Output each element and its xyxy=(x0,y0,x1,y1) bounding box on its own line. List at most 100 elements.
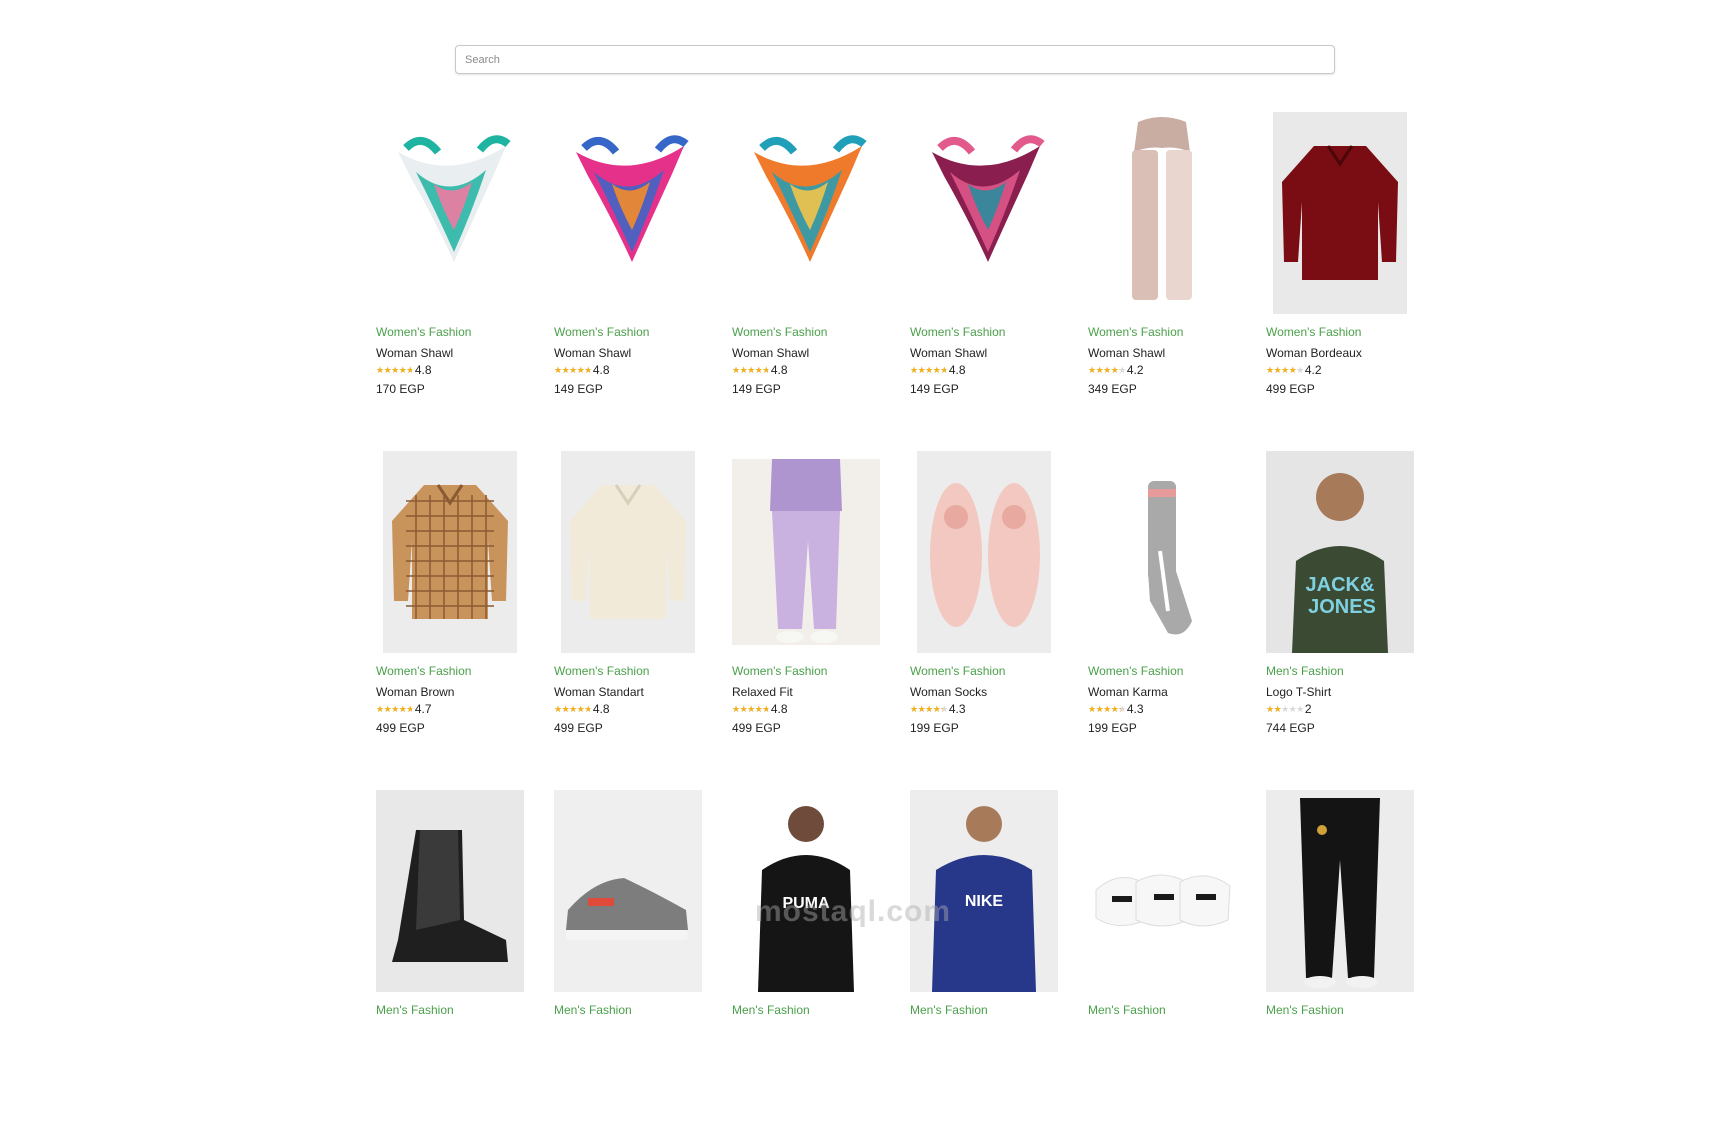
scarf-white-teal-icon[interactable] xyxy=(376,112,524,314)
product-title[interactable] xyxy=(732,1023,880,1039)
product-rating: ★★★★★★★★★★4.2 xyxy=(1266,363,1414,377)
product-category: Women's Fashion xyxy=(1266,325,1362,339)
product-rating xyxy=(376,1041,524,1055)
product-title[interactable]: Woman Standart xyxy=(554,684,702,700)
boot-black-icon[interactable] xyxy=(376,790,524,992)
product-title[interactable]: Woman Brown xyxy=(376,684,524,700)
scarf-beige-icon[interactable] xyxy=(1088,112,1236,314)
star-rating-icon: ★★★★★★★★★★ xyxy=(554,365,592,375)
hoodie-black-icon[interactable]: PUMA xyxy=(732,790,880,992)
product-category: Men's Fashion xyxy=(376,1003,454,1017)
product-title[interactable]: Woman Shawl xyxy=(554,345,702,361)
scarf-pink-blue-icon[interactable] xyxy=(554,112,702,314)
product-title[interactable]: Logo T-Shirt xyxy=(1266,684,1414,700)
product-card[interactable]: JACK& JONES Men's Fashion Logo T-Shirt ★★★★… xyxy=(1266,451,1414,790)
product-price: 149 EGP xyxy=(732,382,781,396)
product-price xyxy=(554,1059,702,1075)
product-category: Men's Fashion xyxy=(1088,1003,1166,1017)
product-rating: ★★★★★ ★★★★★ 4.8 xyxy=(554,702,702,716)
product-title[interactable] xyxy=(376,1023,524,1039)
product-card[interactable]: PUMA Men's Fashion xyxy=(732,790,880,1129)
socks-white-icon[interactable] xyxy=(1088,790,1236,992)
product-card[interactable]: Women's Fashion Woman Shawl ★★★★★★★★★★4.2 3… xyxy=(1088,112,1236,451)
search-input[interactable] xyxy=(455,45,1335,74)
hoodie-cream-icon[interactable] xyxy=(554,451,702,653)
product-title[interactable]: Woman Shawl xyxy=(1088,345,1236,361)
rating-value: 4.2 xyxy=(1304,363,1322,377)
rating-value: 4.8 xyxy=(770,702,788,716)
product-card[interactable]: Men's Fashion xyxy=(376,790,524,1129)
product-title[interactable]: Woman Socks xyxy=(910,684,1058,700)
shirt-bordeaux-icon[interactable] xyxy=(1266,112,1414,314)
star-rating-icon: ★★★★★★★★★★ xyxy=(554,704,592,714)
product-price xyxy=(732,1059,880,1075)
product-category: Women's Fashion xyxy=(1088,664,1184,678)
joggers-lilac-icon[interactable] xyxy=(732,451,880,653)
product-card[interactable]: NIKE Men's Fashion xyxy=(910,790,1058,1129)
product-card[interactable]: Men's Fashion xyxy=(1088,790,1236,1129)
rating-value: 4.8 xyxy=(948,363,966,377)
product-card[interactable]: Men's Fashion xyxy=(554,790,702,1129)
sock-grey-icon[interactable] xyxy=(1088,451,1236,653)
product-category: Women's Fashion xyxy=(554,325,650,339)
star-rating-icon: ★★★★★★★★★★ xyxy=(1088,365,1126,375)
product-category: Women's Fashion xyxy=(376,325,472,339)
product-card[interactable]: Men's Fashion xyxy=(1266,790,1414,1129)
rating-value: 4.8 xyxy=(770,363,788,377)
product-card[interactable]: Women's Fashion Woman Standart ★★★★★ ★★★★★ 4… xyxy=(554,451,702,790)
scarf-orange-teal-icon[interactable] xyxy=(732,112,880,314)
search-bar xyxy=(455,45,1335,74)
product-card[interactable]: Women's Fashion Woman Bordeaux ★★★★★★★★★★4… xyxy=(1266,112,1414,451)
product-category: Men's Fashion xyxy=(732,1003,810,1017)
svg-text:JONES: JONES xyxy=(1308,596,1376,618)
product-card[interactable]: Women's Fashion Woman Shawl ★★★★★ ★★★★★ 4.8 1… xyxy=(554,112,702,451)
product-price: 149 EGP xyxy=(910,382,959,396)
product-title[interactable] xyxy=(910,1023,1058,1039)
product-price: 499 EGP xyxy=(1266,382,1315,396)
rating-value: 4.2 xyxy=(1126,363,1144,377)
product-rating: ★★★★★ ★★★★★ 4.8 xyxy=(554,363,702,377)
product-category: Women's Fashion xyxy=(732,325,828,339)
product-rating xyxy=(554,1041,702,1055)
product-card[interactable]: Women's Fashion Woman Socks ★★★★★★★★★★4.3 1… xyxy=(910,451,1058,790)
product-card[interactable]: Women's Fashion Woman Shawl ★★★★★ ★★★★★ 4.8 1… xyxy=(910,112,1058,451)
product-title[interactable] xyxy=(1266,1023,1414,1039)
hoodie-navy-icon[interactable]: NIKE xyxy=(910,790,1058,992)
tshirt-green-icon[interactable]: JACK& JONES xyxy=(1266,451,1414,653)
product-rating xyxy=(1266,1041,1414,1055)
shirt-plaid-icon[interactable] xyxy=(376,451,524,653)
star-rating-icon: ★★★★★★★★★★ xyxy=(1088,704,1126,714)
product-card[interactable]: Women's Fashion Woman Karma ★★★★★★★★★★4.3 1… xyxy=(1088,451,1236,790)
star-rating-icon: ★★★★★★★★★★ xyxy=(732,365,770,375)
star-rating-icon: ★★★★★★★★★★ xyxy=(376,704,414,714)
product-rating xyxy=(732,1041,880,1055)
product-title[interactable]: Woman Bordeaux xyxy=(1266,345,1414,361)
product-rating: ★★★★★ ★★★★★ 4.8 xyxy=(732,702,880,716)
trackpants-black-icon[interactable] xyxy=(1266,790,1414,992)
product-price: 199 EGP xyxy=(1088,721,1137,735)
product-card[interactable]: Women's Fashion Woman Shawl ★★★★★ ★★★★★ 4.8 1… xyxy=(732,112,880,451)
product-rating: ★★★★★★★★★★2 xyxy=(1266,702,1414,716)
product-title[interactable]: Woman Shawl xyxy=(910,345,1058,361)
product-card[interactable]: Women's Fashion Relaxed Fit ★★★★★ ★★★★★ 4.8 4… xyxy=(732,451,880,790)
slippers-pink-icon[interactable] xyxy=(910,451,1058,653)
product-rating: ★★★★★★★★★★4.3 xyxy=(1088,702,1236,716)
product-title[interactable]: Woman Shawl xyxy=(732,345,880,361)
product-title[interactable] xyxy=(554,1023,702,1039)
product-title[interactable] xyxy=(1088,1023,1236,1039)
product-title[interactable]: Woman Shawl xyxy=(376,345,524,361)
product-title[interactable]: Woman Karma xyxy=(1088,684,1236,700)
product-rating: ★★★★★ ★★★★★ 4.7 xyxy=(376,702,524,716)
sneaker-grey-icon[interactable] xyxy=(554,790,702,992)
rating-value: 4.3 xyxy=(948,702,966,716)
product-price: 499 EGP xyxy=(732,721,781,735)
product-category: Women's Fashion xyxy=(1088,325,1184,339)
product-title[interactable]: Relaxed Fit xyxy=(732,684,880,700)
product-price: 499 EGP xyxy=(554,721,603,735)
product-card[interactable]: Women's Fashion Woman Shawl ★★★★★ ★★★★★ 4.8 1… xyxy=(376,112,524,451)
product-rating: ★★★★★★★★★★4.2 xyxy=(1088,363,1236,377)
product-card[interactable]: Women's Fashion Woman Brown ★★★★★ ★★★★★ 4.7 4… xyxy=(376,451,524,790)
scarf-plum-icon[interactable] xyxy=(910,112,1058,314)
rating-value: 4.8 xyxy=(414,363,432,377)
product-rating: ★★★★★ ★★★★★ 4.8 xyxy=(376,363,524,377)
